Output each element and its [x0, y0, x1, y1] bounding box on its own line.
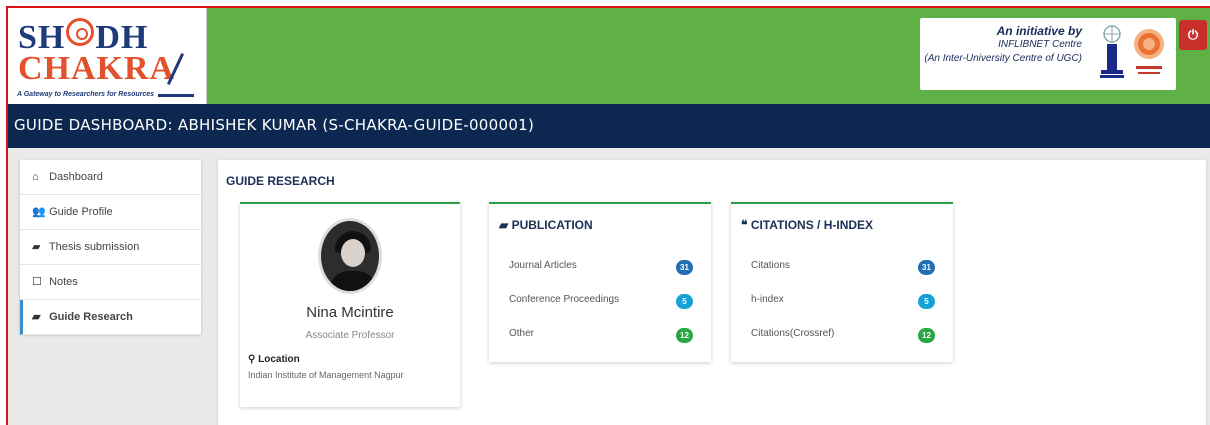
logout-button[interactable]: ⏻ [1179, 20, 1207, 50]
profile-card: Nina Mcintire Associate Professor ⚲ Loca… [240, 202, 460, 407]
publication-card: ▰ PUBLICATION Journal Articles 31 Confer… [489, 202, 711, 362]
logo-tagline: A Gateway to Researchers for Resources [17, 91, 155, 98]
avatar[interactable] [318, 218, 382, 294]
citations-title: ❝ CITATIONS / H-INDEX [741, 218, 873, 232]
initiative-line2: INFLIBNET Centre [998, 39, 1082, 50]
map-marker-icon: ⚲ [248, 354, 256, 365]
location-value: Indian Institute of Management Nagpur [248, 370, 404, 380]
count-badge: 12 [676, 328, 693, 343]
location-label: ⚲ Location [248, 354, 300, 365]
profile-role: Associate Professor [305, 330, 395, 341]
book-icon: ▰ [499, 218, 509, 232]
header: SH DH CHAKRA A Gateway to Researchers for… [8, 8, 1210, 104]
sidebar-item-guide-research[interactable]: ▰ Guide Research [20, 300, 201, 335]
row-label: Citations [751, 260, 790, 271]
shodhchakra-logo[interactable]: SH DH CHAKRA A Gateway to Researchers for… [8, 8, 207, 104]
citations-card: ❝ CITATIONS / H-INDEX Citations 31 h-ind… [731, 202, 953, 362]
main-panel: GUIDE RESEARCH Nina Mcintire Associate P… [218, 160, 1206, 425]
sidebar-item-label: Thesis submission [48, 241, 140, 253]
sidebar-item-label: Notes [49, 276, 78, 288]
count-badge: 31 [918, 260, 935, 275]
file-icon: ☐ [32, 276, 42, 288]
avatar-body-shape [329, 271, 377, 291]
citations-title-text: CITATIONS / H-INDEX [750, 218, 874, 232]
row-label: Journal Articles [509, 260, 577, 271]
sidebar-item-notes[interactable]: ☐ Notes [20, 265, 201, 300]
count-badge: 12 [918, 328, 935, 343]
chakra-wheel-icon [66, 18, 95, 46]
row-label: Conference Proceedings [509, 294, 620, 305]
app-frame: SH DH CHAKRA A Gateway to Researchers for… [6, 6, 1210, 425]
count-badge: 5 [918, 294, 935, 309]
initiative-line1: An initiative by [996, 24, 1082, 38]
count-badge: 5 [676, 294, 693, 309]
power-icon: ⏻ [1187, 27, 1199, 42]
citations-row-crossref[interactable]: Citations(Crossref) 12 [751, 328, 947, 348]
inflibnet-logo-icon [1100, 25, 1124, 78]
home-icon: ⌂ [32, 171, 39, 183]
sidebar-item-guide-profile[interactable]: 👥 Guide Profile [20, 195, 201, 230]
sidebar-menu: ⌂ Dashboard 👥 Guide Profile ▰ Thesis sub… [20, 160, 201, 335]
section-title: GUIDE RESEARCH [226, 174, 335, 188]
sidebar-item-label: Guide Profile [49, 206, 113, 218]
sidebar-item-label: Dashboard [49, 171, 103, 183]
book-icon: ▰ [32, 311, 41, 323]
sidebar-item-label: Guide Research [49, 311, 133, 323]
row-label: Other [509, 328, 535, 339]
row-label: Citations(Crossref) [751, 328, 835, 339]
book-icon: ▰ [32, 241, 41, 253]
logo-underline [158, 94, 194, 97]
users-icon: 👥 [32, 206, 46, 218]
dashboard-title-bar: GUIDE DASHBOARD: ABHISHEK KUMAR (S-CHAKR… [8, 104, 1210, 148]
publication-row-conference-proceedings[interactable]: Conference Proceedings 5 [509, 294, 705, 314]
avatar-face-shape [341, 239, 365, 267]
location-label-text: Location [258, 354, 300, 365]
initiative-text: An initiative by INFLIBNET Centre (An In… [912, 24, 1082, 66]
logo-line2: CHAKRA [18, 50, 176, 87]
count-badge: 31 [676, 260, 693, 275]
publication-title-text: PUBLICATION [511, 218, 593, 232]
publication-row-journal-articles[interactable]: Journal Articles 31 [509, 260, 705, 280]
citations-row-citations[interactable]: Citations 31 [751, 260, 947, 280]
citations-row-h-index[interactable]: h-index 5 [751, 294, 947, 314]
publication-row-other[interactable]: Other 12 [509, 328, 705, 348]
quote-icon: ❝ [741, 218, 748, 232]
profile-name: Nina Mcintire [306, 304, 394, 321]
sidebar-item-thesis-submission[interactable]: ▰ Thesis submission [20, 230, 201, 265]
ugc-seal-icon [1134, 29, 1164, 74]
dashboard-title: GUIDE DASHBOARD: ABHISHEK KUMAR (S-CHAKR… [14, 116, 535, 134]
initiative-line3: (An Inter-University Centre of UGC) [924, 53, 1082, 64]
row-label: h-index [751, 294, 784, 305]
sidebar-item-dashboard[interactable]: ⌂ Dashboard [20, 160, 201, 195]
publication-title: ▰ PUBLICATION [499, 218, 593, 232]
initiative-banner: An initiative by INFLIBNET Centre (An In… [920, 18, 1176, 90]
